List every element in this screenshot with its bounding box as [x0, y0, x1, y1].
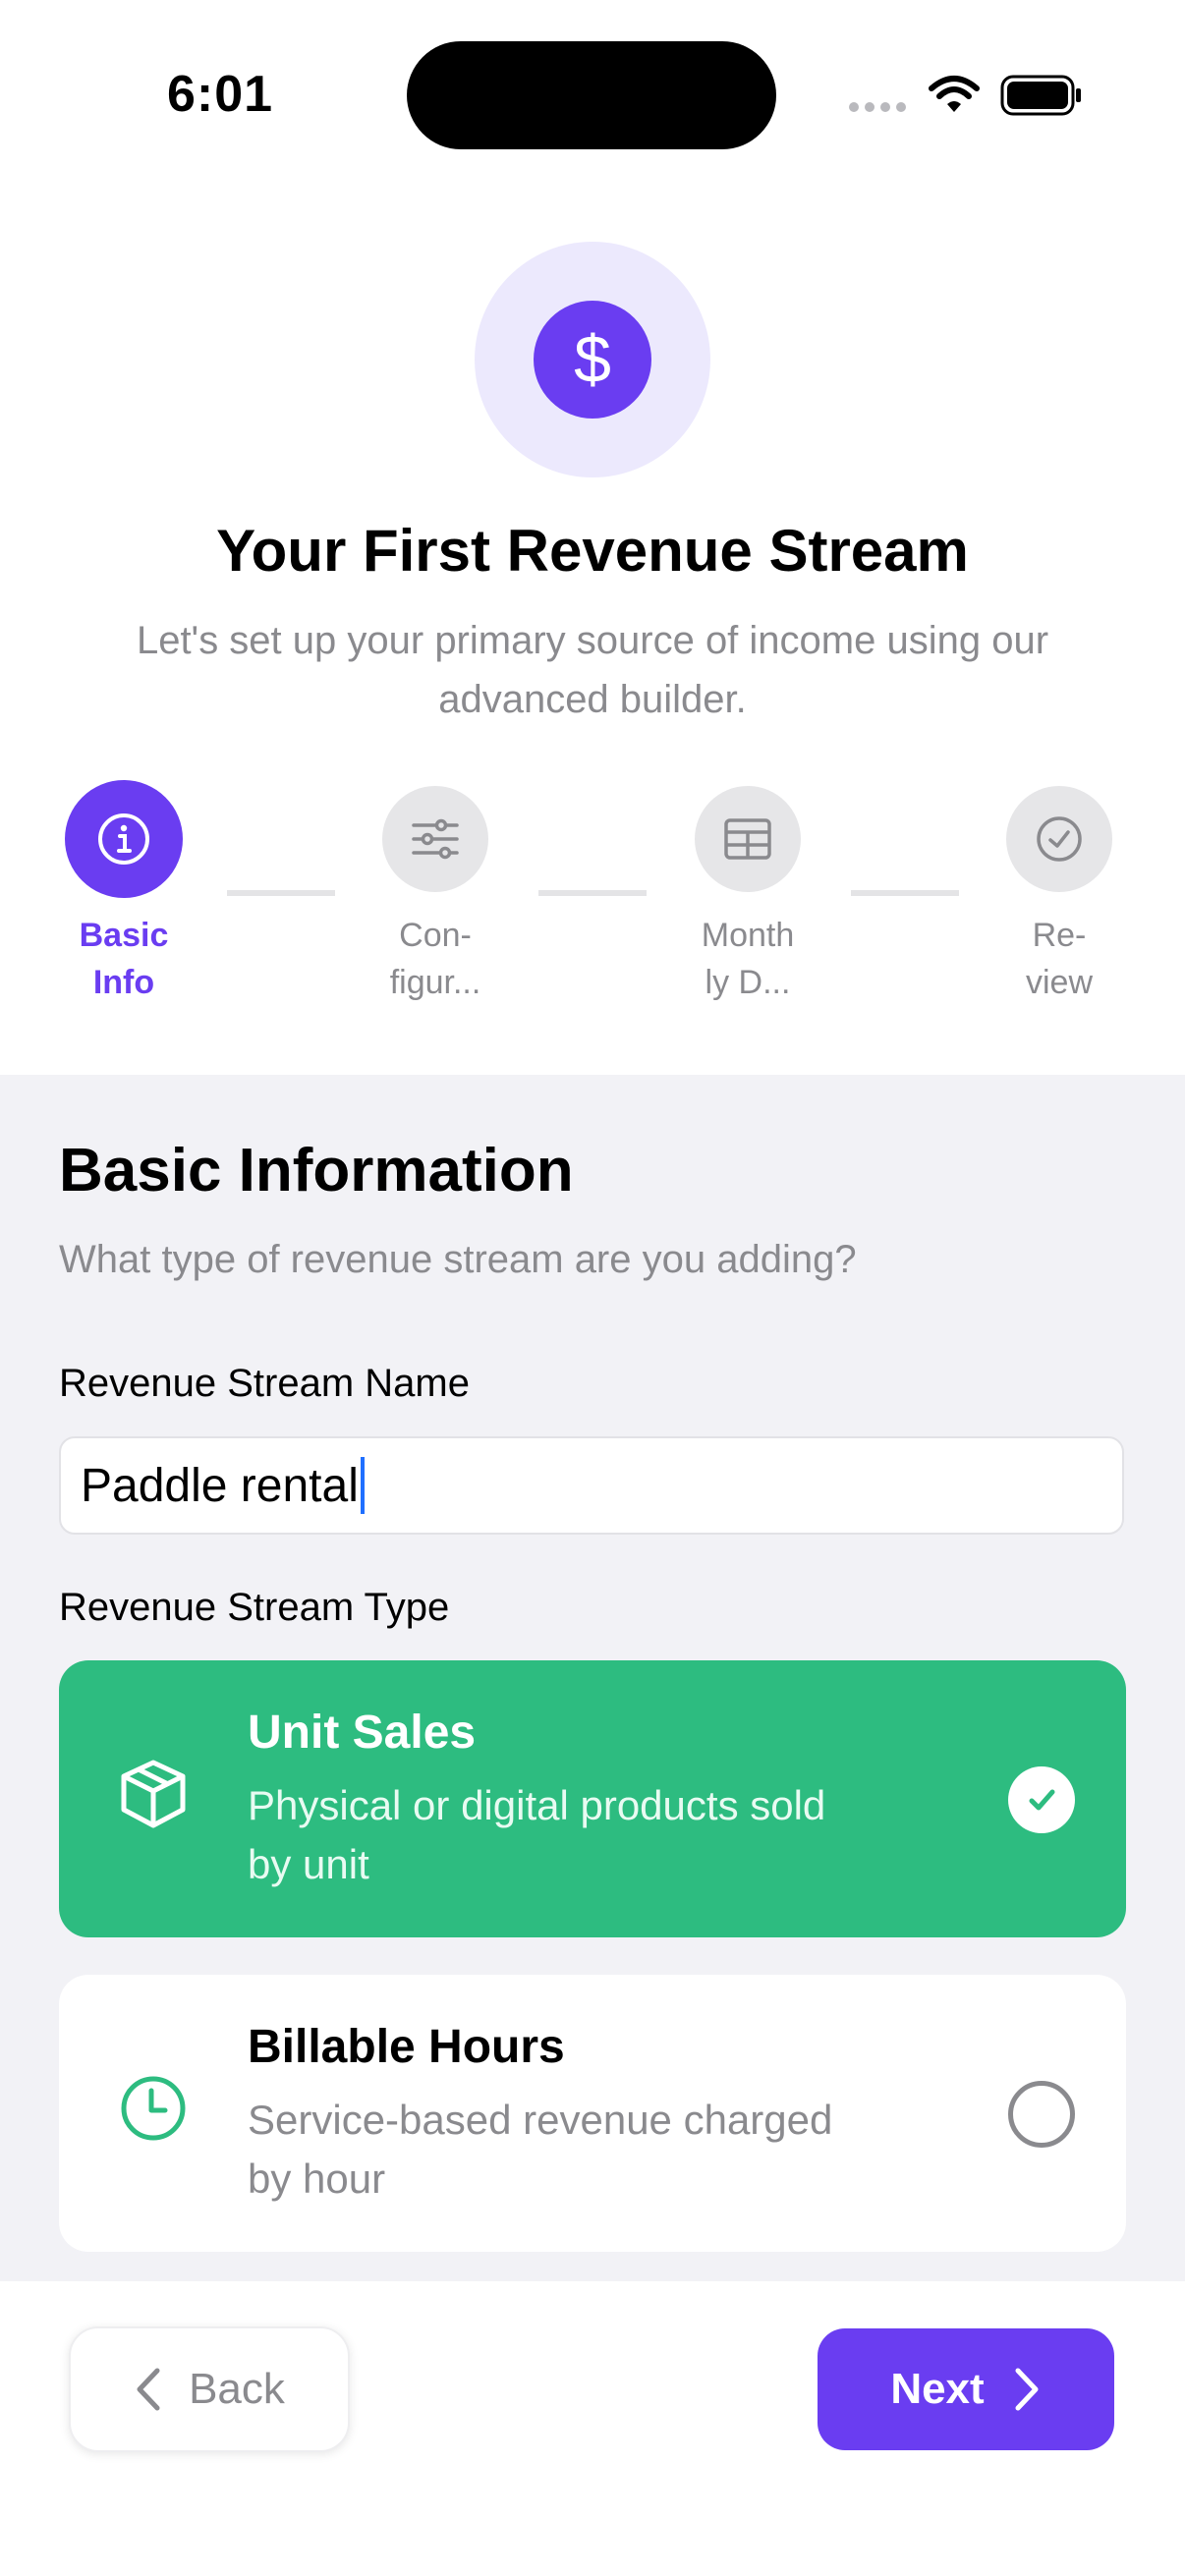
- status-time: 6:01: [167, 66, 274, 123]
- sliders-icon: [412, 818, 459, 860]
- step-monthly-data[interactable]: [695, 786, 801, 892]
- dynamic-island: [407, 41, 776, 149]
- step-connector: [851, 890, 959, 896]
- chevron-left-icon: [137, 2368, 160, 2411]
- battery-icon: [1000, 75, 1081, 116]
- step-basic-info[interactable]: [65, 780, 183, 898]
- step-review[interactable]: [1006, 786, 1112, 892]
- clock-icon: [121, 2076, 186, 2141]
- unselected-radio-icon: [1008, 2081, 1075, 2148]
- check-circle-icon: [1037, 816, 1082, 862]
- wifi-icon: [929, 76, 980, 112]
- name-input-value: Paddle rental: [81, 1459, 359, 1512]
- step-label-basic-info: Basic Info: [79, 917, 169, 1001]
- option-title: Billable Hours: [248, 2021, 565, 2073]
- option-billable-hours[interactable]: Billable Hours Service-based revenue cha…: [59, 1975, 1126, 2252]
- section-subtitle: What type of revenue stream are you addi…: [59, 1238, 857, 1281]
- info-icon: [98, 813, 149, 865]
- cellular-signal-icon: [849, 102, 906, 112]
- text-caret: [360, 1457, 365, 1514]
- step-connector: [227, 890, 335, 896]
- revenue-stream-name-input[interactable]: Paddle rental: [59, 1436, 1124, 1535]
- name-field-label: Revenue Stream Name: [59, 1362, 470, 1405]
- next-label: Next: [890, 2365, 985, 2413]
- page-subtitle: Let's set up your primary source of inco…: [136, 619, 1049, 721]
- selected-check-icon: [1008, 1766, 1075, 1833]
- type-field-label: Revenue Stream Type: [59, 1586, 450, 1629]
- option-description: Service-based revenue charged by hour: [248, 2097, 833, 2202]
- option-description: Physical or digital products sold by uni…: [248, 1782, 826, 1887]
- step-configuration[interactable]: [382, 786, 488, 892]
- step-label-review: Re- view: [1025, 917, 1094, 1001]
- dollar-icon: $: [534, 301, 651, 419]
- table-icon: [724, 818, 771, 860]
- step-connector: [538, 890, 647, 896]
- page-title: Your First Revenue Stream: [216, 518, 969, 584]
- back-label: Back: [189, 2365, 285, 2413]
- chevron-right-icon: [1015, 2368, 1039, 2411]
- next-button[interactable]: Next: [818, 2328, 1114, 2450]
- back-button[interactable]: Back: [69, 2326, 350, 2452]
- box-icon: [121, 1760, 186, 1828]
- dollar-symbol: $: [574, 322, 611, 397]
- step-label-configuration: Con- figur...: [389, 917, 481, 1001]
- option-unit-sales[interactable]: Unit Sales Physical or digital products …: [59, 1660, 1126, 1937]
- option-title: Unit Sales: [248, 1707, 477, 1759]
- section-title: Basic Information: [59, 1137, 574, 1204]
- step-label-monthly-data: Month ly D...: [701, 917, 795, 1001]
